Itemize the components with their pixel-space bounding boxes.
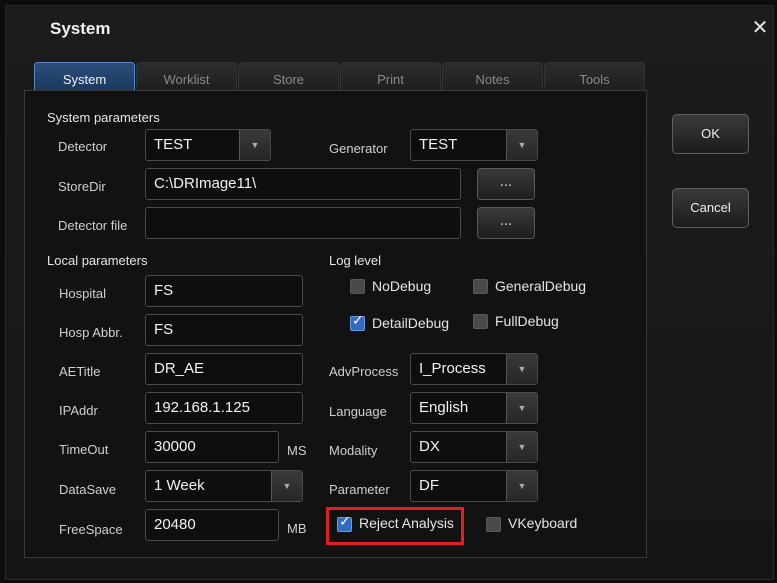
ok-button[interactable]: OK bbox=[672, 114, 749, 154]
hospital-label: Hospital bbox=[59, 286, 106, 301]
parameter-value: DF bbox=[419, 477, 439, 494]
chevron-down-icon: ▼ bbox=[506, 393, 537, 423]
advprocess-value: I_Process bbox=[419, 360, 486, 377]
system-parameters-heading: System parameters bbox=[47, 110, 160, 125]
aetitle-label: AETitle bbox=[59, 364, 101, 379]
chevron-down-icon: ▼ bbox=[506, 130, 537, 160]
generator-value: TEST bbox=[419, 136, 458, 153]
vkeyboard-checkbox[interactable] bbox=[486, 517, 501, 532]
advprocess-label: AdvProcess bbox=[329, 364, 399, 379]
parameter-label: Parameter bbox=[329, 482, 390, 497]
generaldebug-label: GeneralDebug bbox=[495, 278, 587, 294]
chevron-down-icon: ▼ bbox=[506, 354, 537, 384]
storedir-label: StoreDir bbox=[58, 179, 106, 194]
fulldebug-label: FullDebug bbox=[495, 313, 559, 329]
language-value: English bbox=[419, 399, 469, 416]
timeout-label: TimeOut bbox=[59, 442, 109, 457]
generaldebug-checkbox[interactable] bbox=[473, 279, 488, 294]
log-level-heading: Log level bbox=[329, 253, 382, 268]
detector-file-browse-button[interactable]: ... bbox=[477, 207, 535, 239]
nodebug-label: NoDebug bbox=[372, 278, 432, 294]
freespace-input[interactable]: 20480 bbox=[145, 509, 279, 541]
chevron-down-icon: ▼ bbox=[506, 471, 537, 501]
title-bar: System ✕ bbox=[6, 6, 773, 56]
detector-select[interactable]: TEST ▼ bbox=[145, 129, 271, 161]
detector-file-label: Detector file bbox=[58, 218, 128, 233]
ipaddr-input[interactable]: 192.168.1.125 bbox=[145, 392, 303, 424]
highlight-annotation bbox=[326, 507, 464, 545]
close-icon[interactable]: ✕ bbox=[750, 17, 770, 38]
timeout-unit: MS bbox=[287, 443, 307, 458]
chevron-down-icon: ▼ bbox=[271, 471, 302, 501]
detaildebug-label: DetailDebug bbox=[372, 315, 450, 331]
generator-label: Generator bbox=[329, 141, 388, 156]
datasave-select[interactable]: 1 Week ▼ bbox=[145, 470, 303, 502]
chevron-down-icon: ▼ bbox=[506, 432, 537, 462]
freespace-label: FreeSpace bbox=[59, 522, 123, 537]
vkeyboard-label: VKeyboard bbox=[508, 515, 578, 531]
storedir-browse-button[interactable]: ... bbox=[477, 168, 535, 200]
advprocess-select[interactable]: I_Process ▼ bbox=[410, 353, 538, 385]
chevron-down-icon: ▼ bbox=[239, 130, 270, 160]
dialog-title: System bbox=[50, 19, 111, 38]
hosp-abbr-label: Hosp Abbr. bbox=[59, 325, 123, 340]
generator-select[interactable]: TEST ▼ bbox=[410, 129, 538, 161]
aetitle-input[interactable]: DR_AE bbox=[145, 353, 303, 385]
modality-value: DX bbox=[419, 438, 440, 455]
detector-file-input[interactable] bbox=[145, 207, 461, 239]
detector-label: Detector bbox=[58, 139, 108, 154]
modality-select[interactable]: DX ▼ bbox=[410, 431, 538, 463]
language-label: Language bbox=[329, 404, 387, 419]
nodebug-checkbox[interactable] bbox=[350, 279, 365, 294]
storedir-input[interactable]: C:\DRImage11\ bbox=[145, 168, 461, 200]
fulldebug-checkbox[interactable] bbox=[473, 314, 488, 329]
datasave-label: DataSave bbox=[59, 482, 117, 497]
modality-label: Modality bbox=[329, 443, 378, 458]
detaildebug-checkbox[interactable] bbox=[350, 313, 365, 331]
language-select[interactable]: English ▼ bbox=[410, 392, 538, 424]
datasave-value: 1 Week bbox=[154, 477, 205, 494]
ipaddr-label: IPAddr bbox=[59, 403, 98, 418]
local-parameters-heading: Local parameters bbox=[47, 253, 148, 268]
cancel-button[interactable]: Cancel bbox=[672, 188, 749, 228]
hosp-abbr-input[interactable]: FS bbox=[145, 314, 303, 346]
detector-value: TEST bbox=[154, 136, 193, 153]
timeout-input[interactable]: 30000 bbox=[145, 431, 279, 463]
parameter-select[interactable]: DF ▼ bbox=[410, 470, 538, 502]
hospital-input[interactable]: FS bbox=[145, 275, 303, 307]
freespace-unit: MB bbox=[287, 521, 307, 536]
